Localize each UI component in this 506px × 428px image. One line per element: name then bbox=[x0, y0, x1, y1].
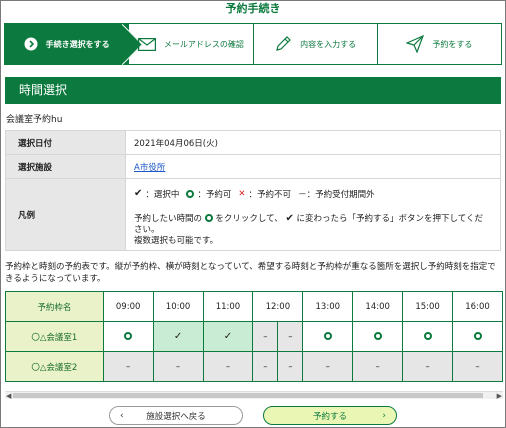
slot-outside: – bbox=[277, 321, 304, 352]
pencil-icon bbox=[274, 35, 292, 53]
slot-outside: – bbox=[152, 351, 204, 382]
schedule-grid: 予約枠名 09:00 10:00 11:00 12:00 13:00 14:00… bbox=[5, 291, 503, 382]
time-header: 11:00 bbox=[202, 291, 254, 322]
legend-selected: ：選択中 bbox=[145, 189, 180, 200]
legend-help-2: をクリックして、 bbox=[215, 213, 283, 224]
legend-help-4: 複数選択も可能です。 bbox=[134, 235, 219, 246]
time-header: 12:00 bbox=[252, 291, 304, 322]
back-button-label: 施設選択へ戻る bbox=[146, 411, 206, 422]
slot-outside: – bbox=[102, 351, 154, 382]
section-title: 時間選択 bbox=[5, 77, 501, 104]
step-label: 内容を入力する bbox=[300, 39, 357, 49]
facility-link[interactable]: A市役所 bbox=[134, 163, 165, 173]
info-row-date: 選択日付 2021年04月06日(火) bbox=[5, 130, 501, 155]
cross-icon: ✕ bbox=[238, 188, 246, 199]
reserve-button[interactable]: 予約する › bbox=[263, 406, 397, 425]
grid-row-room1: 〇△会議室1 ✓ ✓ – – bbox=[5, 321, 503, 352]
row-name: 〇△会議室2 bbox=[5, 351, 104, 382]
date-value: 2021年04月06日(火) bbox=[125, 130, 501, 155]
step-select-procedure: 手続き選択をする bbox=[5, 24, 130, 64]
time-header: 15:00 bbox=[402, 291, 454, 322]
date-label: 選択日付 bbox=[5, 130, 126, 155]
chevron-left-icon: ‹ bbox=[120, 410, 124, 421]
grid-row-room2: 〇△会議室2 – – – – – – – – – bbox=[5, 351, 503, 382]
step-reserve: 予約をする bbox=[377, 24, 501, 64]
slot-available[interactable] bbox=[102, 321, 154, 352]
check-icon: ✔ bbox=[285, 212, 294, 224]
legend-available: ：予約可 bbox=[197, 189, 232, 200]
circle-icon bbox=[204, 214, 213, 222]
legend-outside: －：予約受付期間外 bbox=[298, 189, 375, 200]
check-icon: ✓ bbox=[173, 331, 183, 342]
slot-available[interactable] bbox=[352, 321, 404, 352]
circle-icon bbox=[186, 189, 195, 198]
schedule-grid-container[interactable]: 予約枠名 09:00 10:00 11:00 12:00 13:00 14:00… bbox=[5, 291, 503, 397]
slot-selected[interactable]: ✓ bbox=[202, 321, 254, 352]
page-frame: 予約手続き 手続き選択をする メールアドレスの確認 内容を入力する 予約をする bbox=[0, 0, 506, 428]
slot-available[interactable] bbox=[402, 321, 454, 352]
circle-icon bbox=[373, 332, 382, 340]
scrollbar-thumb[interactable] bbox=[13, 393, 483, 398]
step-label: 手続き選択をする bbox=[45, 39, 110, 49]
reserve-button-label: 予約する bbox=[312, 411, 347, 422]
time-header: 16:00 bbox=[452, 291, 503, 322]
legend-help-1: 予約したい時間の bbox=[134, 213, 203, 224]
step-label: 予約をする bbox=[432, 39, 473, 49]
step-label: メールアドレスの確認 bbox=[163, 39, 244, 49]
arrow-circle-icon bbox=[24, 37, 38, 51]
facility-label: 選択施設 bbox=[5, 154, 126, 179]
slot-available[interactable] bbox=[302, 321, 354, 352]
time-header: 09:00 bbox=[102, 291, 154, 322]
slot-outside: – bbox=[302, 351, 354, 382]
grid-corner: 予約枠名 bbox=[5, 291, 104, 322]
slot-outside: – bbox=[252, 321, 279, 352]
back-to-facility-button[interactable]: ‹ 施設選択へ戻る bbox=[109, 406, 243, 425]
row-name: 〇△会議室1 bbox=[5, 321, 104, 352]
check-icon: ✔ bbox=[134, 188, 143, 199]
envelope-icon bbox=[137, 37, 156, 51]
slot-outside: – bbox=[402, 351, 454, 382]
step-enter-details: 内容を入力する bbox=[253, 24, 378, 64]
legend-content: ✔ ：選択中 ：予約可 ✕ ：予約不可 －：予約受付期間外 予約したい時間の を… bbox=[125, 178, 501, 251]
circle-icon bbox=[323, 332, 332, 340]
grid-header-row: 予約枠名 09:00 10:00 11:00 12:00 13:00 14:00… bbox=[5, 291, 503, 322]
slot-selected[interactable]: ✓ bbox=[152, 321, 204, 352]
circle-icon bbox=[473, 332, 482, 340]
grid-description: 予約枠と時刻の予約表です。縦が予約枠、横が時刻となっていて、希望する時刻と予約枠… bbox=[5, 262, 496, 284]
circle-icon bbox=[423, 332, 432, 340]
legend-items: ✔ ：選択中 ：予約可 ✕ ：予約不可 －：予約受付期間外 bbox=[134, 188, 500, 200]
slot-outside: – bbox=[252, 351, 279, 382]
time-header: 13:00 bbox=[302, 291, 354, 322]
info-row-facility: 選択施設 A市役所 bbox=[5, 154, 501, 179]
check-icon: ✓ bbox=[223, 331, 233, 342]
scroll-right-icon[interactable]: ▶ bbox=[497, 392, 502, 400]
legend-label: 凡例 bbox=[5, 178, 126, 251]
slot-available[interactable] bbox=[452, 321, 503, 352]
slot-outside: – bbox=[277, 351, 304, 382]
circle-icon bbox=[124, 332, 133, 340]
slot-outside: – bbox=[202, 351, 254, 382]
scroll-left-icon[interactable]: ◀ bbox=[6, 392, 11, 400]
horizontal-scrollbar[interactable]: ◀ ▶ bbox=[5, 391, 503, 400]
legend-unavailable: ：予約不可 bbox=[248, 189, 292, 200]
time-header: 10:00 bbox=[152, 291, 204, 322]
page-title: 予約手続き bbox=[225, 2, 281, 15]
slot-outside: – bbox=[452, 351, 503, 382]
room-name: 会議室予約hu bbox=[6, 115, 63, 125]
chevron-right-icon: › bbox=[382, 410, 386, 421]
paper-plane-icon bbox=[406, 35, 425, 53]
step-confirm-email: メールアドレスの確認 bbox=[129, 24, 254, 64]
info-row-legend: 凡例 ✔ ：選択中 ：予約可 ✕ ：予約不可 －：予約受付期間外 予約したい時間… bbox=[5, 178, 501, 251]
time-header: 14:00 bbox=[352, 291, 404, 322]
legend-help: 予約したい時間の をクリックして、 ✔ に変わったら「予約する」ボタンを押下して… bbox=[134, 213, 500, 247]
info-table: 選択日付 2021年04月06日(火) 選択施設 A市役所 凡例 ✔ ：選択中 … bbox=[5, 130, 501, 251]
step-indicator: 手続き選択をする メールアドレスの確認 内容を入力する 予約をする bbox=[4, 23, 502, 65]
slot-outside: – bbox=[352, 351, 404, 382]
